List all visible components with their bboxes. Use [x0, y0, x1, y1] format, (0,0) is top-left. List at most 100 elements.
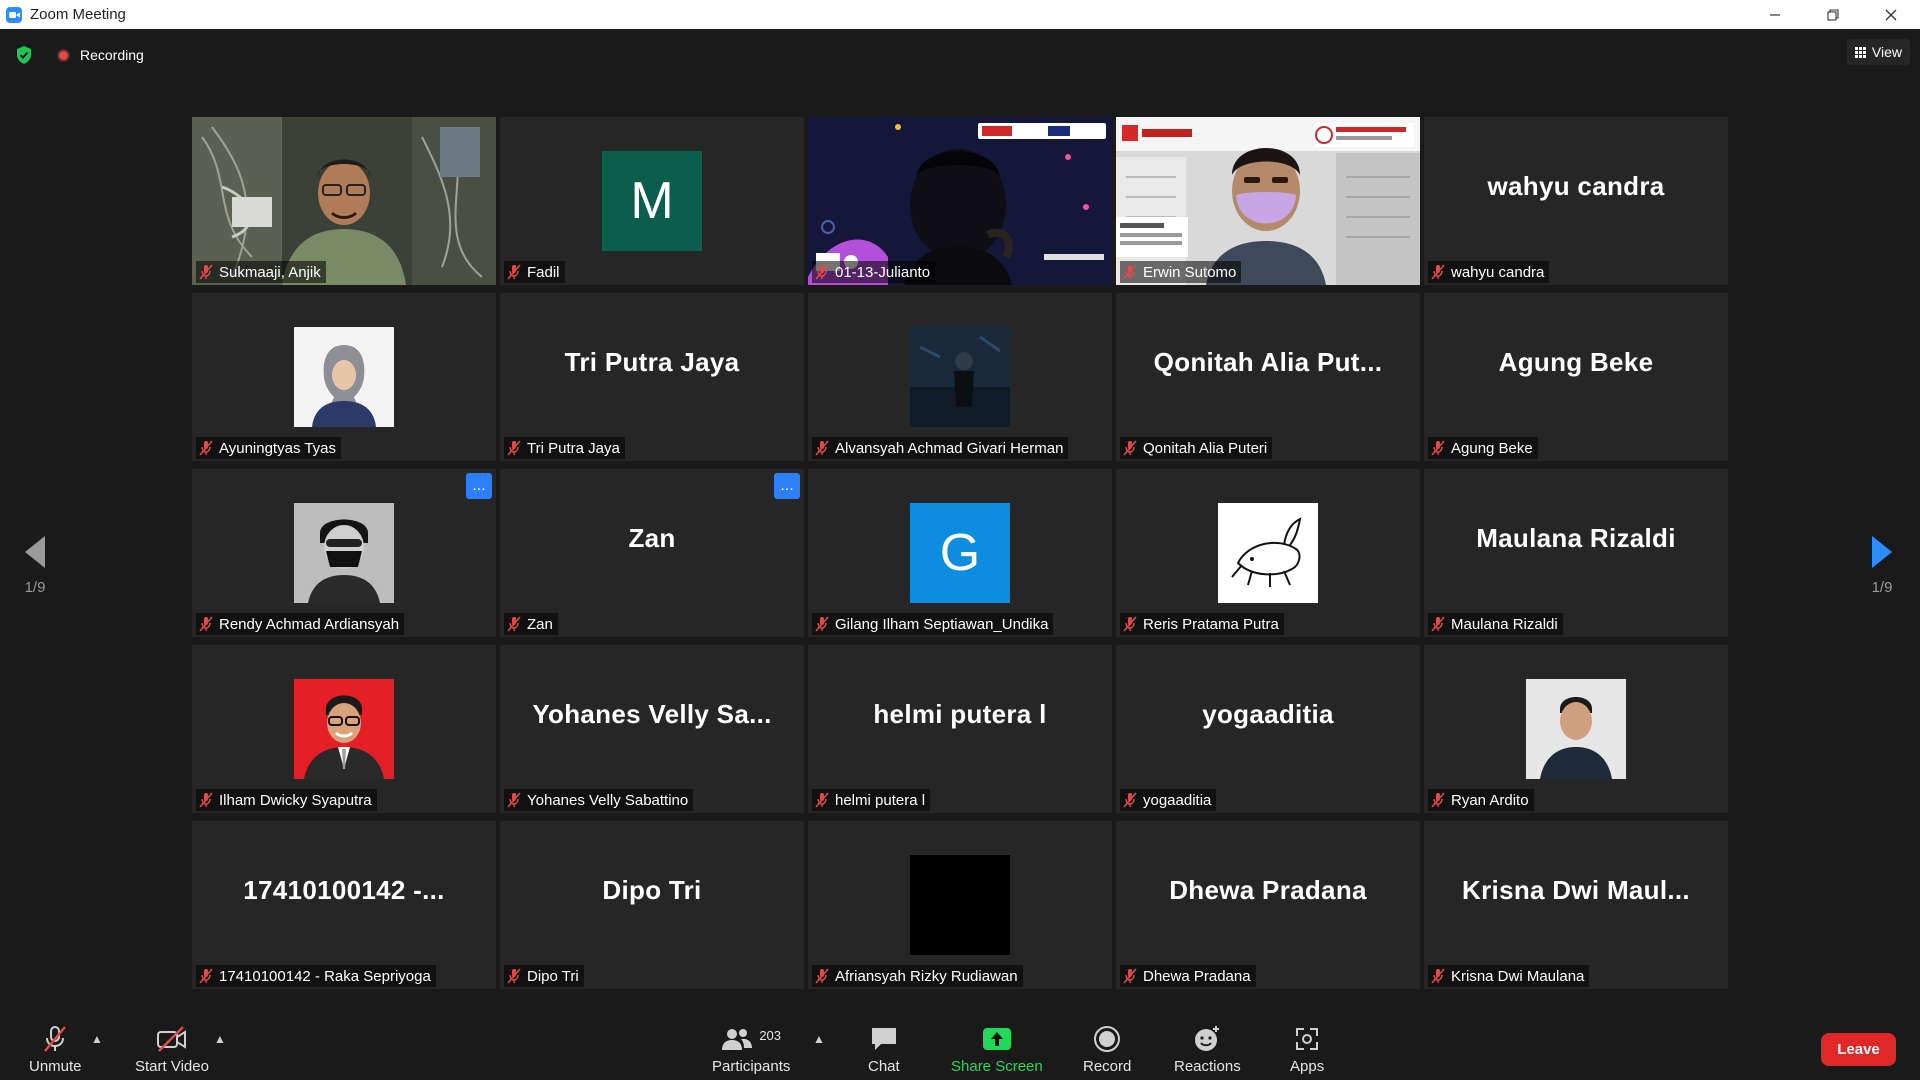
recording-indicator[interactable]: Recording: [57, 47, 144, 63]
page-indicator-left: 1/9: [24, 579, 46, 596]
share-screen-button[interactable]: Share Screen: [951, 1024, 1043, 1075]
unmute-button[interactable]: Unmute: [29, 1024, 82, 1075]
participant-name: Dhewa Pradana: [1143, 967, 1251, 985]
participant-nameplate: Afriansyah Rizky Rudiawan: [812, 965, 1023, 987]
participant-tile-fadil[interactable]: M Fadil: [500, 117, 804, 285]
audio-options-caret-icon[interactable]: ▲: [91, 1032, 103, 1046]
microphone-muted-icon: [507, 616, 527, 632]
security-shield-icon[interactable]: [15, 45, 33, 65]
participant-tile-afriansyah-rizky-rudiawan[interactable]: Afriansyah Rizky Rudiawan: [808, 821, 1112, 989]
close-button[interactable]: [1862, 0, 1920, 29]
record-icon: [1094, 1026, 1121, 1052]
participant-nameplate: Agung Beke: [1428, 437, 1538, 459]
minimize-button[interactable]: [1746, 0, 1804, 29]
participant-nameplate: 01-13-Julianto: [812, 261, 936, 283]
participant-tile-sukmaaji-anjik[interactable]: Sukmaaji, Anjik: [192, 117, 496, 285]
participant-name: yogaaditia: [1143, 791, 1212, 809]
participant-tile-ryan-ardito[interactable]: Ryan Ardito: [1424, 645, 1728, 813]
window-title: Zoom Meeting: [30, 6, 126, 23]
microphone-muted-icon: [1123, 616, 1143, 632]
avatar-image: [294, 327, 394, 427]
participant-nameplate: Ryan Ardito: [1428, 789, 1534, 811]
tile-more-options-button[interactable]: ...: [466, 473, 492, 499]
start-video-button[interactable]: Start Video: [135, 1024, 209, 1075]
participant-tile-erwin-sutomo[interactable]: Erwin Sutomo: [1116, 117, 1420, 285]
participant-nameplate: Maulana Rizaldi: [1428, 613, 1563, 635]
participant-tile-ilham-dwicky-syaputra[interactable]: Ilham Dwicky Syaputra: [192, 645, 496, 813]
camera-off-icon: [156, 1026, 186, 1052]
apps-icon: [1296, 1028, 1319, 1050]
participant-tile-yogaaditia[interactable]: yogaaditia yogaaditia: [1116, 645, 1420, 813]
participant-tile-dhewa-pradana[interactable]: Dhewa Pradana Dhewa Pradana: [1116, 821, 1420, 989]
avatar-image: [294, 679, 394, 779]
participant-tile-gilang-ilham-septiawan-undika[interactable]: G Gilang Ilham Septiawan_Undika: [808, 469, 1112, 637]
participant-nameplate: Ayuningtyas Tyas: [196, 437, 342, 459]
participant-tile-zan[interactable]: Zan... Zan: [500, 469, 804, 637]
restore-button[interactable]: [1804, 0, 1862, 29]
zoom-app-icon: [6, 6, 22, 23]
participant-display-name: Maulana Rizaldi: [1476, 522, 1676, 553]
participant-tile-qonitah-alia-puteri[interactable]: Qonitah Alia Put... Qonitah Alia Puteri: [1116, 293, 1420, 461]
participant-tile-helmi-putera-l[interactable]: helmi putera l helmi putera l: [808, 645, 1112, 813]
microphone-muted-icon: [815, 440, 835, 456]
participants-button[interactable]: 203 Participants: [712, 1024, 790, 1076]
microphone-muted-icon: [507, 968, 527, 984]
reactions-label: Reactions: [1174, 1058, 1241, 1075]
chat-button[interactable]: Chat: [868, 1024, 900, 1075]
view-button[interactable]: View: [1846, 39, 1910, 65]
grid-view-icon: [1854, 46, 1866, 58]
participant-name: Gilang Ilham Septiawan_Undika: [835, 615, 1049, 633]
apps-label: Apps: [1290, 1058, 1325, 1075]
participant-tile-alvansyah-achmad-givari-herman[interactable]: Alvansyah Achmad Givari Herman: [808, 293, 1112, 461]
participant-name: Qonitah Alia Puteri: [1143, 439, 1268, 457]
participant-tile-tri-putra-jaya[interactable]: Tri Putra Jaya Tri Putra Jaya: [500, 293, 804, 461]
participant-tile-krisna-dwi-maulana[interactable]: Krisna Dwi Maul... Krisna Dwi Maulana: [1424, 821, 1728, 989]
participant-nameplate: Krisna Dwi Maulana: [1428, 965, 1590, 987]
meeting-top-bar: Recording View: [0, 29, 1920, 79]
avatar-image: [1218, 503, 1318, 603]
microphone-muted-icon: [815, 968, 835, 984]
participants-caret-icon[interactable]: ▲: [813, 1032, 825, 1046]
participant-nameplate: wahyu candra: [1428, 261, 1550, 283]
apps-button[interactable]: Apps: [1290, 1024, 1324, 1075]
video-options-caret-icon[interactable]: ▲: [214, 1032, 226, 1046]
next-page[interactable]: 1/9: [1862, 535, 1902, 596]
participant-display-name: Qonitah Alia Put...: [1153, 346, 1383, 377]
participant-nameplate: Qonitah Alia Puteri: [1120, 437, 1273, 459]
participant-tile-maulana-rizaldi[interactable]: Maulana Rizaldi Maulana Rizaldi: [1424, 469, 1728, 637]
reactions-button[interactable]: Reactions: [1174, 1024, 1241, 1075]
title-bar: Zoom Meeting: [0, 0, 1920, 29]
participant-tile-agung-beke[interactable]: Agung Beke Agung Beke: [1424, 293, 1728, 461]
participant-tile-rendy-achmad-ardiansyah[interactable]: ... Rendy Achmad Ardiansyah: [192, 469, 496, 637]
participant-tile-ayuningtyas-tyas[interactable]: Ayuningtyas Tyas: [192, 293, 496, 461]
participant-display-name: Yohanes Velly Sa...: [532, 698, 772, 729]
microphone-muted-icon: [199, 440, 219, 456]
participant-tile-dipo-tri[interactable]: Dipo Tri Dipo Tri: [500, 821, 804, 989]
participant-name: Yohanes Velly Sabattino: [527, 791, 689, 809]
participant-nameplate: Ilham Dwicky Syaputra: [196, 789, 377, 811]
tile-more-options-button[interactable]: ...: [774, 473, 800, 499]
record-label: Record: [1083, 1058, 1132, 1075]
participant-tile-17410100142-raka-sepriyoga[interactable]: 17410100142 -... 17410100142 - Raka Sepri…: [192, 821, 496, 989]
participant-name: Fadil: [527, 263, 560, 281]
microphone-muted-icon: [199, 792, 219, 808]
participant-tile-01-13-julianto[interactable]: 01-13-Julianto: [808, 117, 1112, 285]
record-button[interactable]: Record: [1083, 1024, 1131, 1075]
microphone-muted-icon: [1431, 616, 1451, 632]
leave-button[interactable]: Leave: [1821, 1033, 1896, 1066]
participant-video: [808, 117, 1112, 285]
participant-tile-wahyu-candra[interactable]: wahyu candra wahyu candra: [1424, 117, 1728, 285]
avatar-image: [910, 855, 1010, 955]
microphone-muted-icon: [1431, 968, 1451, 984]
participant-video: [192, 117, 496, 285]
microphone-muted-icon: [815, 792, 835, 808]
participant-display-name: Zan: [628, 522, 676, 553]
participant-tile-reris-pratama-putra[interactable]: Reris Pratama Putra: [1116, 469, 1420, 637]
participant-display-name: Agung Beke: [1498, 346, 1654, 377]
participant-tile-yohanes-velly-sabattino[interactable]: Yohanes Velly Sa... Yohanes Velly Sabatti…: [500, 645, 804, 813]
previous-page[interactable]: 1/9: [15, 535, 55, 596]
participant-nameplate: helmi putera l: [812, 789, 931, 811]
participant-nameplate: Tri Putra Jaya: [504, 437, 625, 459]
gallery-grid: Sukmaaji, Anjik M Fadil 01-13-Julianto Erwin…: [192, 117, 1728, 991]
page-indicator-right: 1/9: [1871, 579, 1893, 596]
